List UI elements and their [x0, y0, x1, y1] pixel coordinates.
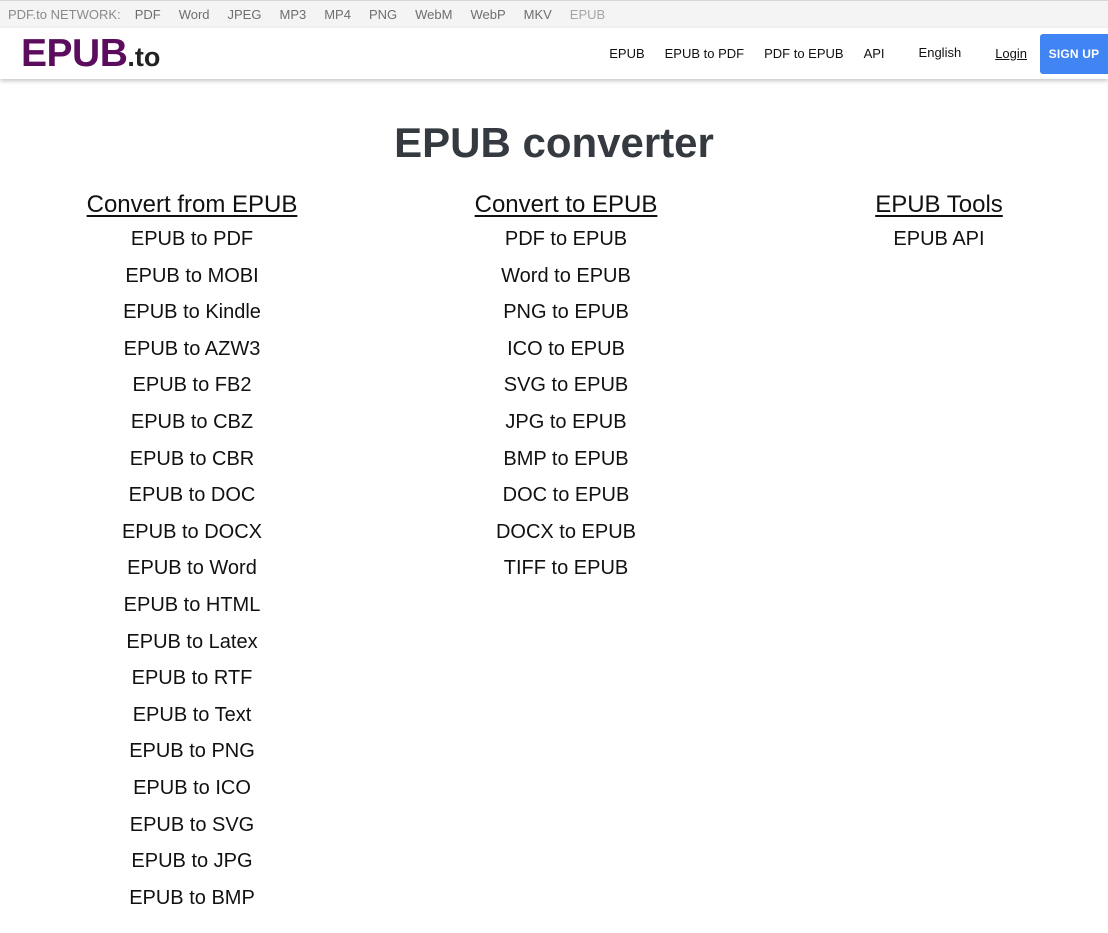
list-item: ICO to EPUB — [396, 337, 736, 374]
converter-link[interactable]: EPUB to Kindle — [123, 301, 261, 323]
column-convert-to-epub: Convert to EPUB PDF to EPUB Word to EPUB P… — [396, 189, 736, 593]
network-link-png[interactable]: PNG — [369, 7, 397, 22]
site-header: EPUB .to EPUB EPUB to PDF PDF to EPUB AP… — [0, 28, 1108, 79]
column-heading[interactable]: Convert from EPUB — [87, 189, 298, 221]
list-item: EPUB to CBZ — [22, 410, 362, 447]
main-content: EPUB converter Convert from EPUB EPUB to… — [0, 119, 1108, 909]
list-item: EPUB to PNG — [22, 739, 362, 776]
nav-link-pdf-to-epub[interactable]: PDF to EPUB — [764, 46, 843, 61]
converter-link[interactable]: SVG to EPUB — [504, 374, 629, 396]
column-epub-tools: EPUB Tools EPUB API — [769, 189, 1108, 264]
list-item: DOCX to EPUB — [396, 520, 736, 557]
list-item: EPUB to Text — [22, 703, 362, 740]
converter-link[interactable]: EPUB to BMP — [129, 887, 255, 909]
network-link-jpeg[interactable]: JPEG — [228, 7, 262, 22]
converter-link[interactable]: PDF to EPUB — [505, 228, 627, 250]
logo-main-text: EPUB — [21, 32, 128, 75]
converter-link[interactable]: EPUB API — [893, 228, 984, 250]
list-item: EPUB to MOBI — [22, 264, 362, 301]
converter-link[interactable]: EPUB to Word — [127, 557, 257, 579]
main-nav: EPUB EPUB to PDF PDF to EPUB API English… — [609, 28, 1108, 79]
list-item: EPUB to FB2 — [22, 373, 362, 410]
list-item: EPUB to ICO — [22, 776, 362, 813]
converter-link[interactable]: EPUB to DOCX — [122, 521, 262, 543]
list-item: EPUB to DOCX — [22, 520, 362, 557]
list-item: EPUB to HTML — [22, 593, 362, 630]
converter-link[interactable]: EPUB to HTML — [124, 594, 261, 616]
list-item: EPUB to JPG — [22, 849, 362, 886]
list-item: PNG to EPUB — [396, 300, 736, 337]
page-title: EPUB converter — [394, 119, 714, 166]
nav-link-api[interactable]: API — [864, 46, 885, 61]
converter-link[interactable]: EPUB to PNG — [129, 740, 255, 762]
network-link-mp4[interactable]: MP4 — [324, 7, 351, 22]
network-bar: PDF.to NETWORK: PDF Word JPEG MP3 MP4 PN… — [0, 0, 1108, 28]
converter-link[interactable]: BMP to EPUB — [503, 448, 628, 470]
language-selector[interactable]: English — [919, 45, 962, 60]
list-item: EPUB API — [769, 227, 1108, 264]
list-item: EPUB to Latex — [22, 630, 362, 667]
converter-link[interactable]: EPUB to SVG — [130, 814, 255, 836]
logo-suffix-text: .to — [127, 42, 161, 72]
network-link-mkv[interactable]: MKV — [524, 7, 552, 22]
column-heading[interactable]: EPUB Tools — [875, 189, 1003, 221]
converter-link[interactable]: EPUB to ICO — [133, 777, 251, 799]
network-link-word[interactable]: Word — [179, 7, 210, 22]
converter-link[interactable]: JPG to EPUB — [505, 411, 626, 433]
converter-link[interactable]: DOCX to EPUB — [496, 521, 636, 543]
network-link-webp[interactable]: WebP — [470, 7, 505, 22]
converter-list: EPUB API — [769, 227, 1108, 264]
column-heading[interactable]: Convert to EPUB — [475, 189, 658, 221]
network-link-epub-current[interactable]: EPUB — [570, 7, 605, 22]
converter-link[interactable]: EPUB to MOBI — [125, 265, 258, 287]
list-item: PDF to EPUB — [396, 227, 736, 264]
list-item: EPUB to Kindle — [22, 300, 362, 337]
login-link[interactable]: Login — [995, 46, 1027, 61]
converter-link[interactable]: PNG to EPUB — [503, 301, 629, 323]
list-item: SVG to EPUB — [396, 373, 736, 410]
list-item: EPUB to SVG — [22, 813, 362, 850]
network-link-pdf[interactable]: PDF — [135, 7, 161, 22]
list-item: EPUB to BMP — [22, 886, 362, 923]
list-item: EPUB to CBR — [22, 447, 362, 484]
converter-link[interactable]: EPUB to CBZ — [131, 411, 253, 433]
converter-link[interactable]: TIFF to EPUB — [504, 557, 628, 579]
converter-link[interactable]: Word to EPUB — [501, 265, 631, 287]
list-item: Word to EPUB — [396, 264, 736, 301]
column-convert-from-epub: Convert from EPUB EPUB to PDF EPUB to MOB… — [22, 189, 362, 922]
list-item: EPUB to PDF — [22, 227, 362, 264]
network-label: PDF.to NETWORK: — [8, 7, 121, 22]
converter-link[interactable]: EPUB to PDF — [131, 228, 253, 250]
network-link-webm[interactable]: WebM — [415, 7, 452, 22]
converter-link[interactable]: EPUB to JPG — [131, 850, 252, 872]
nav-link-epub[interactable]: EPUB — [609, 46, 644, 61]
converter-link[interactable]: DOC to EPUB — [503, 484, 630, 506]
list-item: EPUB to AZW3 — [22, 337, 362, 374]
network-link-mp3[interactable]: MP3 — [279, 7, 306, 22]
converter-list: EPUB to PDF EPUB to MOBI EPUB to Kindle EPU… — [22, 227, 362, 922]
list-item: JPG to EPUB — [396, 410, 736, 447]
converter-link[interactable]: EPUB to FB2 — [133, 374, 252, 396]
list-item: TIFF to EPUB — [396, 556, 736, 593]
list-item: EPUB to RTF — [22, 666, 362, 703]
site-logo[interactable]: EPUB .to — [21, 34, 160, 73]
converter-link[interactable]: EPUB to RTF — [132, 667, 253, 689]
list-item: BMP to EPUB — [396, 447, 736, 484]
list-item: EPUB to DOC — [22, 483, 362, 520]
converter-link[interactable]: EPUB to AZW3 — [124, 338, 261, 360]
converter-link[interactable]: EPUB to Text — [133, 704, 252, 726]
converter-link[interactable]: EPUB to DOC — [129, 484, 256, 506]
nav-link-epub-to-pdf[interactable]: EPUB to PDF — [665, 46, 744, 61]
converter-list: PDF to EPUB Word to EPUB PNG to EPUB ICO to… — [396, 227, 736, 593]
list-item: EPUB to Word — [22, 556, 362, 593]
list-item: DOC to EPUB — [396, 483, 736, 520]
signup-button[interactable]: SIGN UP — [1040, 33, 1108, 74]
converter-link[interactable]: ICO to EPUB — [507, 338, 625, 360]
converter-link[interactable]: EPUB to CBR — [130, 448, 254, 470]
converter-link[interactable]: EPUB to Latex — [126, 631, 257, 653]
